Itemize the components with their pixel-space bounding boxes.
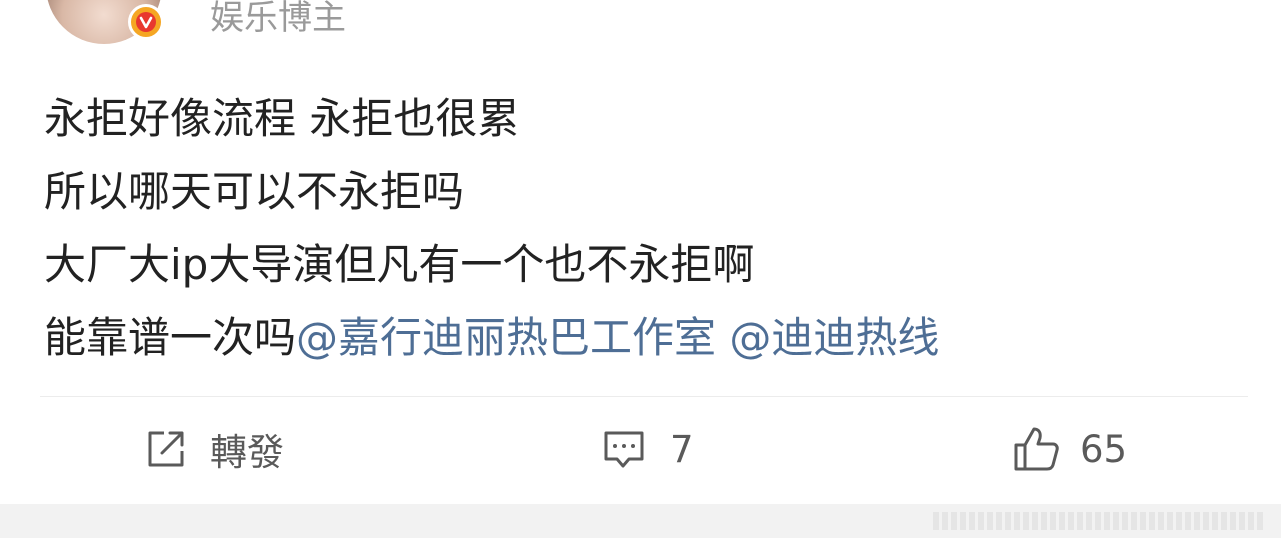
- watermark-strip: [933, 512, 1263, 530]
- repost-label: 轉發: [210, 431, 284, 474]
- mention-link-hotline[interactable]: @迪迪热线: [729, 313, 939, 362]
- post-line-3: 大厂大ip大导演但凡有一个也不永拒啊: [44, 240, 755, 289]
- like-count: 65: [1080, 427, 1128, 471]
- bottom-bar: [0, 504, 1281, 538]
- share-icon: [144, 427, 188, 471]
- weibo-post-card: 娱乐博主 永拒好像流程 永拒也很累 所以哪天可以不永拒吗 大厂大ip大导演但凡有…: [0, 0, 1281, 538]
- comment-icon: [602, 427, 646, 471]
- mention-link-studio[interactable]: @嘉行迪丽热巴工作室: [296, 313, 716, 362]
- author-avatar-wrap[interactable]: [46, 0, 164, 44]
- comment-button[interactable]: 7: [602, 424, 694, 474]
- post-line-2: 所以哪天可以不永拒吗: [44, 167, 465, 216]
- post-line-4: 能靠谱一次吗@嘉行迪丽热巴工作室 @迪迪热线: [44, 301, 1244, 374]
- post-line-1: 永拒好像流程 永拒也很累: [44, 94, 520, 143]
- post-line-4-text: 能靠谱一次吗: [44, 313, 297, 362]
- author-name[interactable]: 娱乐博主: [210, 0, 346, 40]
- divider: [40, 396, 1248, 397]
- verified-badge-icon: [128, 4, 164, 40]
- like-button[interactable]: 65: [1012, 424, 1127, 474]
- thumbs-up-icon: [1012, 425, 1060, 473]
- repost-button[interactable]: 轉發: [144, 424, 284, 474]
- comment-count: 7: [670, 427, 694, 471]
- post-content: 永拒好像流程 永拒也很累 所以哪天可以不永拒吗 大厂大ip大导演但凡有一个也不永…: [44, 82, 1244, 374]
